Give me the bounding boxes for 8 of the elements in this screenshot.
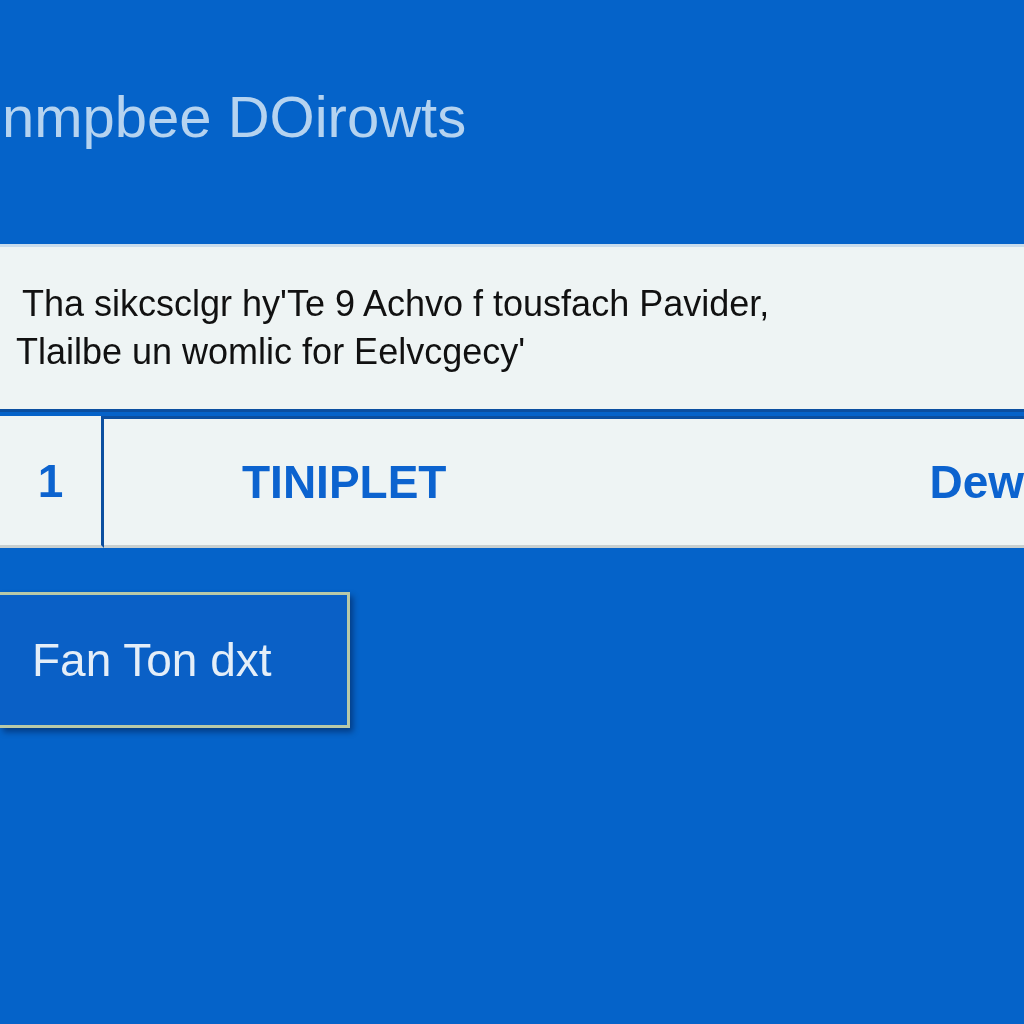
message-text: Tha sikcsclgr hy'Te 9 Achvo f tousfach Pavider, (22, 283, 770, 325)
row-name: TINIPLET (242, 455, 447, 509)
row-number: 1 (37, 453, 64, 508)
action-button[interactable]: Fan Ton dxt (0, 592, 350, 728)
app-title: nmpbee DOirowts (1, 83, 468, 151)
row-value: Dew (929, 455, 1024, 509)
list-row[interactable]: TINIPLET Dew (104, 416, 1024, 548)
message-text: Tlailbe un womlic for Eelvcgecy' (16, 331, 526, 373)
